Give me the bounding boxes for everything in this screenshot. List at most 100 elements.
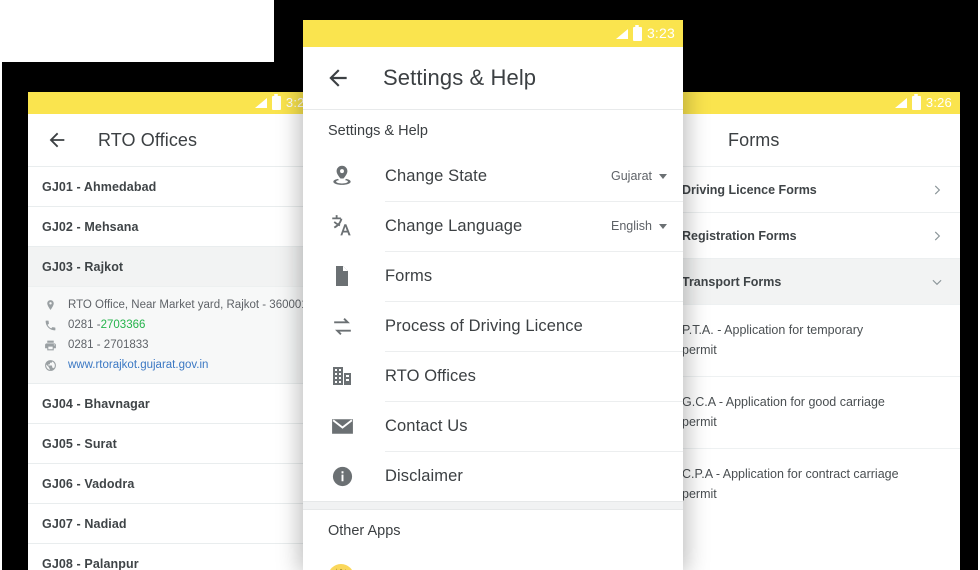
chevron-down-icon[interactable]: [659, 223, 667, 229]
signal-icon: [615, 28, 628, 39]
form-category-label: Driving Licence Forms: [682, 182, 817, 197]
menu-item-value: English: [611, 219, 652, 233]
section-header-label: Settings & Help: [328, 122, 428, 139]
rto-website-line[interactable]: www.rtorajkot.gujarat.gov.in: [42, 355, 320, 375]
rto-list-item[interactable]: GJ01 - Ahmedabad: [28, 166, 320, 206]
signal-icon: [894, 98, 907, 108]
section-header-other-apps: Other Apps: [303, 510, 683, 552]
chevron-right-icon: [934, 231, 941, 240]
process-arrows-icon: [328, 312, 356, 340]
form-category-label: Transport Forms: [682, 274, 782, 289]
forms-phone-panel: 3:26 Forms Driving Licence Forms Registr…: [668, 92, 960, 570]
other-app-math-master[interactable]: + × ÷ Math Master: [303, 552, 683, 570]
menu-item-label: Contact Us: [385, 416, 468, 435]
rto-list-item[interactable]: GJ06 - Vadodra: [28, 463, 320, 503]
menu-item-label: Disclaimer: [385, 466, 464, 485]
menu-item-rto-offices[interactable]: RTO Offices: [303, 351, 683, 401]
status-bar-right-cluster: 3:23: [615, 20, 675, 47]
chevron-down-icon: [932, 279, 942, 285]
rto-address-text: RTO Office, Near Market yard, Rajkot - 3…: [68, 299, 311, 311]
location-pin-icon: [328, 162, 356, 190]
menu-item-disclaimer[interactable]: Disclaimer: [303, 451, 683, 501]
rto-website-text[interactable]: www.rtorajkot.gujarat.gov.in: [68, 359, 208, 371]
menu-item-forms[interactable]: Forms: [303, 251, 683, 301]
rto-phone-number[interactable]: 2703366: [101, 319, 146, 331]
app-bar-rto-offices: RTO Offices: [28, 114, 320, 166]
app-bar-forms: Forms: [668, 114, 960, 166]
rto-label: GJ06 - Vadodra: [42, 476, 135, 491]
menu-item-label: Change State: [385, 166, 488, 185]
form-category-registration[interactable]: Registration Forms: [668, 212, 960, 258]
form-category-label: Registration Forms: [682, 228, 797, 243]
rto-label: GJ01 - Ahmedabad: [42, 179, 157, 194]
form-sub-item[interactable]: P.T.A. - Application for temporary permit: [668, 304, 960, 376]
rto-fax-line: 0281 - 2701833: [42, 335, 320, 355]
globe-icon: [42, 357, 58, 373]
rto-phone-line[interactable]: 0281 - 2703366: [42, 315, 320, 335]
form-sub-line1: C.P.A - Application for contract carriag…: [682, 467, 899, 482]
phone-icon: [42, 317, 58, 333]
form-sub-line2: permit: [682, 342, 717, 357]
rto-label: GJ08 - Palanpur: [42, 556, 139, 570]
chevron-right-icon: [934, 185, 941, 194]
menu-item-label: Forms: [385, 266, 433, 285]
menu-item-change-language[interactable]: Change Language English: [303, 201, 683, 251]
printer-icon: [42, 337, 58, 353]
rto-phone-prefix: 0281 -: [68, 319, 101, 331]
rto-detail-card: RTO Office, Near Market yard, Rajkot - 3…: [28, 286, 320, 383]
menu-item-change-state[interactable]: Change State Gujarat: [303, 151, 683, 201]
signal-icon: [254, 98, 267, 108]
rto-list-item[interactable]: GJ07 - Nadiad: [28, 503, 320, 543]
screenshot-stage: 3:28 RTO Offices GJ01 - Ahmedabad GJ02 -…: [0, 0, 980, 570]
rto-label: GJ05 - Surat: [42, 436, 117, 451]
page-title: Forms: [728, 129, 780, 150]
rto-address-line: RTO Office, Near Market yard, Rajkot - 3…: [42, 295, 320, 315]
rto-offices-phone-panel: 3:28 RTO Offices GJ01 - Ahmedabad GJ02 -…: [28, 92, 320, 570]
chevron-down-icon[interactable]: [659, 173, 667, 179]
form-sub-item[interactable]: C.P.A - Application for contract carriag…: [668, 448, 960, 520]
battery-icon: [271, 94, 281, 110]
status-time: 3:23: [646, 25, 675, 41]
menu-item-label: Process of Driving Licence: [385, 316, 583, 335]
app-bar-settings-help: Settings & Help: [303, 47, 683, 109]
page-title: RTO Offices: [98, 129, 198, 150]
form-category-transport[interactable]: Transport Forms: [668, 258, 960, 304]
rto-list-item[interactable]: GJ04 - Bhavnagar: [28, 383, 320, 423]
section-header-settings-help: Settings & Help: [303, 109, 683, 151]
status-bar-left: 3:28: [28, 92, 320, 114]
menu-item-value: Gujarat: [611, 169, 652, 183]
form-category-driving-licence[interactable]: Driving Licence Forms: [668, 166, 960, 212]
document-icon: [328, 262, 356, 290]
back-arrow-icon[interactable]: [325, 65, 351, 91]
location-pin-icon: [42, 297, 58, 313]
section-header-label: Other Apps: [328, 523, 401, 539]
status-bar-mid: 3:23: [303, 20, 683, 47]
form-sub-item[interactable]: G.C.A - Application for good carriage per…: [668, 376, 960, 448]
menu-item-contact-us[interactable]: Contact Us: [303, 401, 683, 451]
envelope-icon: [328, 412, 356, 440]
info-icon: [328, 462, 356, 490]
rto-list-item-selected[interactable]: GJ03 - Rajkot: [28, 246, 320, 286]
form-sub-line1: G.C.A - Application for good carriage: [682, 395, 885, 410]
rto-list-item[interactable]: GJ08 - Palanpur: [28, 543, 320, 570]
status-time: 3:26: [925, 95, 952, 110]
battery-icon: [632, 24, 642, 41]
battery-icon: [911, 94, 921, 110]
back-arrow-icon[interactable]: [46, 129, 68, 151]
status-bar-right: 3:26: [668, 92, 960, 114]
translate-icon: [328, 212, 356, 240]
rto-label: GJ02 - Mehsana: [42, 219, 139, 234]
menu-item-label: Change Language: [385, 216, 523, 235]
form-sub-line2: permit: [682, 486, 717, 501]
math-master-app-icon: + × ÷: [328, 564, 354, 570]
page-title: Settings & Help: [383, 65, 537, 90]
form-sub-line2: permit: [682, 414, 717, 429]
menu-item-process-of-driving-licence[interactable]: Process of Driving Licence: [303, 301, 683, 351]
rto-label: GJ04 - Bhavnagar: [42, 396, 150, 411]
rto-list-item[interactable]: GJ05 - Surat: [28, 423, 320, 463]
form-sub-line1: P.T.A. - Application for temporary: [682, 323, 864, 338]
rto-list-item[interactable]: GJ02 - Mehsana: [28, 206, 320, 246]
rto-label: GJ03 - Rajkot: [42, 259, 124, 274]
office-building-icon: [328, 362, 356, 390]
section-divider: [303, 501, 683, 510]
